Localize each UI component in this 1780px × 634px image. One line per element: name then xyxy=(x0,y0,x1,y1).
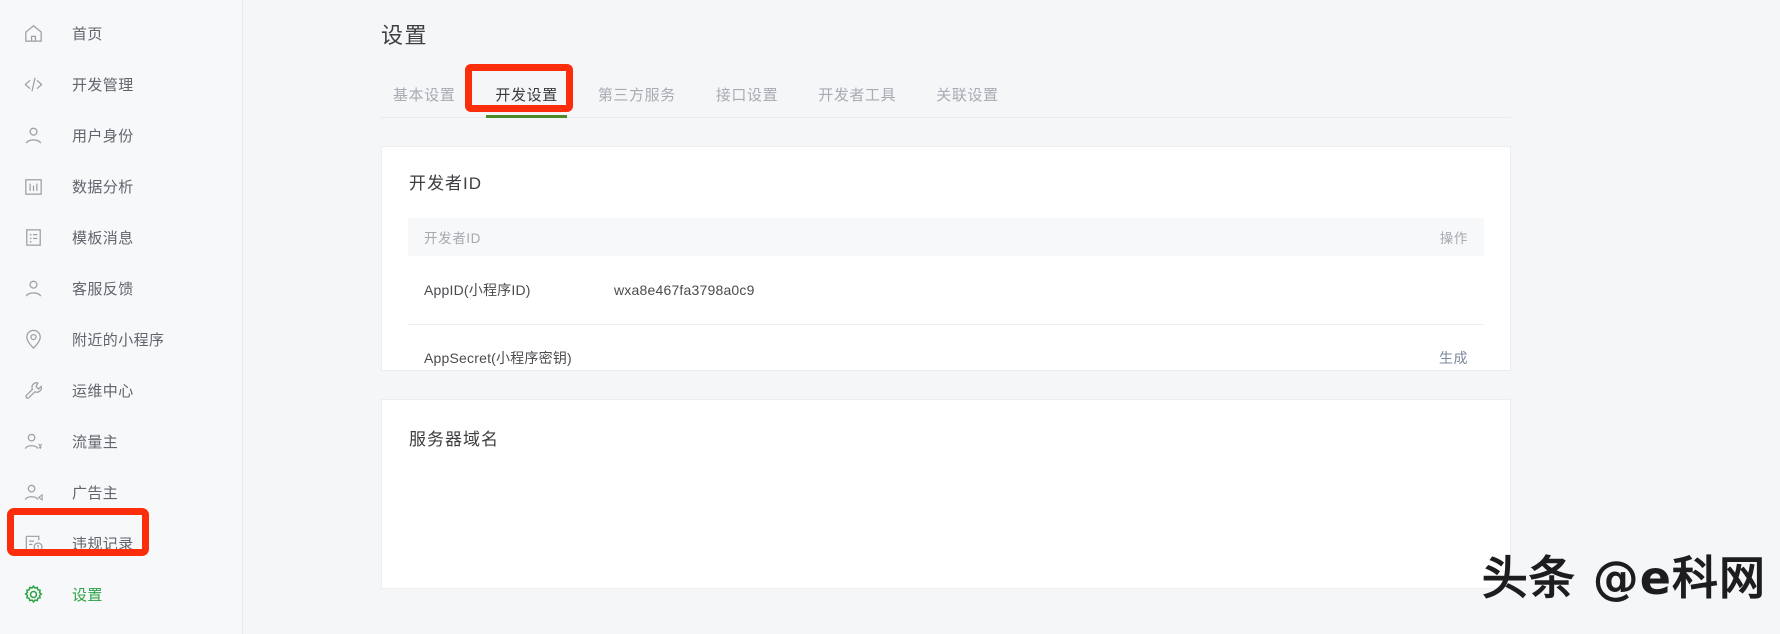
server-domain-card: 服务器域名 xyxy=(381,399,1511,589)
column-header-action: 操作 xyxy=(1439,231,1468,246)
column-header-name: 开发者ID xyxy=(424,231,481,246)
sidebar-item-data-analysis[interactable]: 数据分析 xyxy=(0,161,242,212)
row-label-appid: AppID(小程序ID) xyxy=(408,256,598,325)
tab-related-settings[interactable]: 关联设置 xyxy=(936,84,998,117)
sidebar-item-label: 客服反馈 xyxy=(72,281,134,298)
table-row: AppSecret(小程序密钥) 生成 xyxy=(408,324,1484,392)
row-label-appsecret: AppSecret(小程序密钥) xyxy=(424,350,572,367)
sidebar-item-label: 违规记录 xyxy=(72,536,134,553)
generate-appsecret-link[interactable]: 生成 xyxy=(1439,350,1468,366)
table-header-row: 开发者ID 操作 xyxy=(408,218,1484,256)
table-row: AppID(小程序ID) wxa8e467fa3798a0c9 xyxy=(408,256,1484,325)
row-action-appsecret: 生成 xyxy=(1344,324,1484,392)
chart-bar-icon xyxy=(18,172,48,202)
sidebar-item-user-identity[interactable]: 用户身份 xyxy=(0,110,242,161)
app-root: 首页 开发管理 用户身份 数据分析 模板消息 客服反馈 附近的小程序 运维中心 … xyxy=(0,0,1780,634)
sidebar-item-label: 广告主 xyxy=(72,485,119,502)
sidebar-item-label: 数据分析 xyxy=(72,179,134,196)
column-header-value xyxy=(598,218,1344,256)
card-title: 服务器域名 xyxy=(409,430,499,449)
document-icon xyxy=(18,223,48,253)
tab-third-party[interactable]: 第三方服务 xyxy=(598,84,676,117)
developer-id-card: 开发者ID 开发者ID 操作 AppID(小程序ID) wxa8e467fa37… xyxy=(381,146,1511,371)
tab-developer-tools[interactable]: 开发者工具 xyxy=(818,84,896,117)
row-value-appsecret xyxy=(598,324,1344,392)
sidebar-item-customer-feedback[interactable]: 客服反馈 xyxy=(0,263,242,314)
user-icon xyxy=(18,121,48,151)
row-value-appid: wxa8e467fa3798a0c9 xyxy=(598,256,1344,325)
sidebar-item-label: 首页 xyxy=(72,26,103,43)
tab-dev-settings[interactable]: 开发设置 xyxy=(486,84,568,118)
user-icon xyxy=(18,274,48,304)
location-pin-icon xyxy=(18,325,48,355)
sidebar-item-label: 开发管理 xyxy=(72,77,134,94)
sidebar-item-label: 附近的小程序 xyxy=(72,332,165,349)
watermark: 头条 @e科网 xyxy=(1481,551,1766,605)
sidebar-item-ops-center[interactable]: 运维中心 xyxy=(0,365,242,416)
sidebar-item-nearby-miniprograms[interactable]: 附近的小程序 xyxy=(0,314,242,365)
sidebar-item-traffic-owner[interactable]: 流量主 xyxy=(0,416,242,467)
table-header: 开发者ID 操作 xyxy=(408,218,1484,256)
sidebar-item-label: 设置 xyxy=(72,587,103,604)
row-action-appid xyxy=(1344,256,1484,325)
gear-icon xyxy=(18,580,48,610)
developer-id-table: 开发者ID 操作 AppID(小程序ID) wxa8e467fa3798a0c9… xyxy=(408,218,1484,392)
sidebar-item-label: 用户身份 xyxy=(72,128,134,145)
tab-interface-settings[interactable]: 接口设置 xyxy=(716,84,778,117)
sidebar-item-template-message[interactable]: 模板消息 xyxy=(0,212,242,263)
sidebar: 首页 开发管理 用户身份 数据分析 模板消息 客服反馈 附近的小程序 运维中心 … xyxy=(0,0,243,634)
sidebar-item-label: 模板消息 xyxy=(72,230,134,247)
sidebar-item-settings[interactable]: 设置 xyxy=(0,569,242,620)
code-icon xyxy=(18,70,48,100)
sidebar-item-dev-manage[interactable]: 开发管理 xyxy=(0,59,242,110)
user-ad-icon xyxy=(18,478,48,508)
sidebar-item-label: 流量主 xyxy=(72,434,119,451)
sidebar-item-label: 运维中心 xyxy=(72,383,134,400)
record-alert-icon xyxy=(18,529,48,559)
table-body: AppID(小程序ID) wxa8e467fa3798a0c9 AppSecre… xyxy=(408,256,1484,392)
tab-basic-settings[interactable]: 基本设置 xyxy=(393,84,455,117)
card-title: 开发者ID xyxy=(409,174,482,193)
tab-bar: 基本设置 开发设置 第三方服务 接口设置 开发者工具 关联设置 xyxy=(381,78,1511,118)
wrench-icon xyxy=(18,376,48,406)
sidebar-item-violation-records[interactable]: 违规记录 xyxy=(0,518,242,569)
user-yuan-icon xyxy=(18,427,48,457)
main-content: 设置 基本设置 开发设置 第三方服务 接口设置 开发者工具 关联设置 开发者ID… xyxy=(243,0,1780,634)
sidebar-item-home[interactable]: 首页 xyxy=(0,8,242,59)
home-icon xyxy=(18,19,48,49)
page-title: 设置 xyxy=(381,23,429,48)
sidebar-item-advertiser[interactable]: 广告主 xyxy=(0,467,242,518)
